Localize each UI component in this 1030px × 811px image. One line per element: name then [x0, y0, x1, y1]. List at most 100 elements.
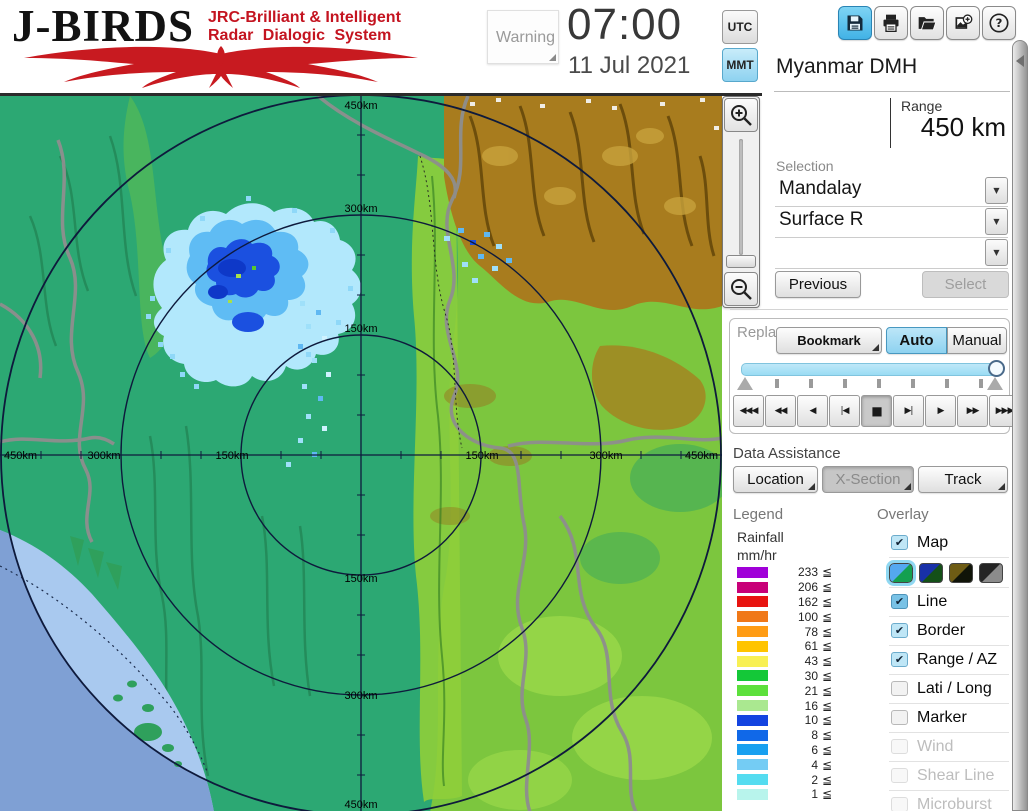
overlay-row-border[interactable]: ✔ Border: [889, 616, 1009, 646]
stop-button[interactable]: ■: [861, 395, 892, 427]
legend-row: 1 ≦: [737, 787, 832, 802]
product-select-arrow[interactable]: ▼: [985, 208, 1008, 235]
legend-swatch: [737, 596, 768, 608]
legend-row: 21 ≦: [737, 683, 832, 698]
legend-swatch: [737, 626, 768, 638]
map-style-olive-black[interactable]: [949, 562, 973, 583]
legend-row: 43 ≦: [737, 654, 832, 669]
chevron-down-icon: ▼: [993, 217, 1000, 226]
range-value: 450 km: [920, 112, 1006, 142]
panel-collapse-handle[interactable]: [1012, 40, 1028, 811]
auto-label: Auto: [899, 332, 934, 349]
print-button[interactable]: [874, 6, 908, 40]
overlay-row-shear-line: Shear Line: [889, 761, 1009, 791]
timeline-ticks: [737, 377, 1003, 391]
print-icon: [883, 14, 899, 32]
map-style-black-gray[interactable]: [979, 562, 1003, 583]
lte-icon: ≦: [822, 654, 833, 669]
microburst-checkbox: [891, 797, 908, 811]
collapse-left-arrow-icon: [1016, 55, 1024, 67]
overlay-row-map[interactable]: ✔ Map: [889, 528, 1009, 558]
lte-icon: ≦: [822, 609, 833, 624]
replay-slider-handle[interactable]: [988, 360, 1005, 377]
step-forward-button[interactable]: ▶|: [893, 395, 924, 427]
lte-icon: ≦: [822, 772, 833, 787]
extra-select[interactable]: ▼: [775, 238, 1008, 269]
overlay-item-label: Range / AZ: [917, 650, 998, 668]
add-image-button[interactable]: [946, 6, 980, 40]
legend-swatch: [737, 774, 768, 786]
selection-label: Selection: [776, 158, 834, 174]
overlay-row-lati-long[interactable]: Lati / Long: [889, 674, 1009, 704]
site-select[interactable]: Mandalay ▼: [775, 176, 1008, 207]
range-az-checkbox[interactable]: ✔: [891, 652, 908, 667]
legend-swatch: [737, 714, 768, 726]
lte-icon: ≦: [822, 639, 833, 654]
manual-mode-button[interactable]: Manual: [947, 327, 1007, 354]
product-select[interactable]: Surface R ▼: [775, 207, 1008, 238]
save-button[interactable]: [838, 6, 872, 40]
overlay-row-marker[interactable]: Marker: [889, 703, 1009, 733]
warning-label: Warning: [496, 29, 555, 46]
overlay-item-label: Lati / Long: [917, 679, 992, 697]
lati-long-checkbox[interactable]: [891, 681, 908, 696]
overlay-item-label: Border: [917, 621, 966, 639]
track-button[interactable]: Track: [918, 466, 1008, 493]
auto-mode-button[interactable]: Auto: [886, 327, 947, 354]
dropdown-corner-icon: [808, 483, 815, 490]
check-icon: ✔: [894, 653, 905, 666]
rewind-fast-button[interactable]: ◀◀: [765, 395, 796, 427]
jbirds-application-window: J-BIRDS JRC-Brilliant & Intelligent Rada…: [0, 0, 1030, 811]
legend-swatch: [737, 700, 768, 712]
step-back-button[interactable]: |◀: [829, 395, 860, 427]
legend-row: 6 ≦: [737, 743, 832, 758]
legend-row: 78 ≦: [737, 624, 832, 639]
location-button[interactable]: Location: [733, 466, 818, 493]
legend-row: 2 ≦: [737, 772, 832, 787]
map-style-navy-green[interactable]: [919, 562, 943, 583]
check-icon: ✔: [894, 595, 905, 608]
legend-label: Legend: [733, 506, 784, 523]
ring-label-150-bottom: 150km: [344, 573, 377, 585]
overlay-row-line[interactable]: ✔ Line: [889, 587, 1009, 617]
legend-swatch: [737, 655, 768, 667]
play-reverse-button[interactable]: ◀: [797, 395, 828, 427]
panel-collapse-strip[interactable]: [1012, 0, 1030, 811]
lte-icon: ≦: [822, 787, 833, 802]
lte-icon: ≦: [822, 683, 833, 698]
ring-label-450-bottom: 450km: [344, 799, 377, 811]
ring-label-300-left: 300km: [87, 450, 120, 462]
range-end-marker[interactable]: [987, 377, 1003, 390]
legend-row: 61 ≦: [737, 639, 832, 654]
marker-checkbox[interactable]: [891, 710, 908, 725]
line-checkbox[interactable]: ✔: [891, 594, 908, 609]
rainfall-legend: 233 ≦ 206 ≦ 162 ≦ 100 ≦ 78 ≦ 61 ≦ 43 ≦ 30 ≦ 21 ≦ …: [737, 565, 832, 802]
open-file-button[interactable]: [910, 6, 944, 40]
rewind-fastest-button[interactable]: ◀◀◀: [733, 395, 764, 427]
range-start-marker[interactable]: [737, 377, 753, 390]
dropdown-corner-icon: [872, 344, 879, 351]
replay-timeline-slider[interactable]: [741, 363, 1001, 376]
previous-button[interactable]: Previous: [775, 271, 861, 298]
site-select-arrow[interactable]: ▼: [985, 177, 1008, 204]
legend-swatch: [737, 566, 768, 578]
border-checkbox[interactable]: ✔: [891, 623, 908, 638]
play-button[interactable]: ▶: [925, 395, 956, 427]
map-style-picker: [886, 558, 1009, 588]
product-select-value: Surface R: [779, 209, 864, 230]
overlay-row-range-az[interactable]: ✔ Range / AZ: [889, 645, 1009, 675]
radar-map-view[interactable]: 450km 300km 150km 150km 300km 450km 450k…: [0, 96, 722, 811]
overlay-item-label: Marker: [917, 708, 967, 726]
legend-row: 100 ≦: [737, 609, 832, 624]
bookmark-button[interactable]: Bookmark: [776, 327, 882, 354]
radar-map-canvas: 450km 300km 150km 150km 300km 450km 450k…: [0, 96, 722, 811]
xsection-button[interactable]: X-Section: [822, 466, 914, 493]
map-checkbox[interactable]: ✔: [891, 535, 908, 550]
forward-fast-button[interactable]: ▶▶: [957, 395, 988, 427]
extra-select-arrow[interactable]: ▼: [985, 239, 1008, 266]
map-style-blue-green[interactable]: [886, 559, 916, 586]
overlay-row-wind: Wind: [889, 732, 1009, 762]
warning-button[interactable]: Warning: [487, 10, 559, 64]
help-button[interactable]: ?: [982, 6, 1016, 40]
shear-line-checkbox: [891, 768, 908, 783]
